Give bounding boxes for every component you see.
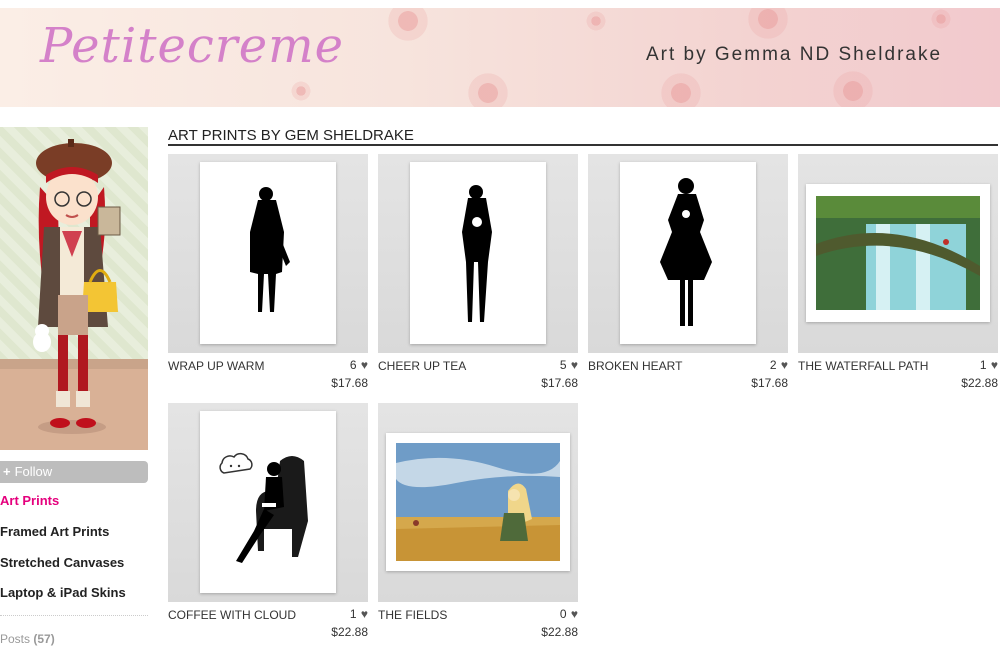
product-title[interactable]: BROKEN HEART	[588, 359, 682, 373]
flower-decoration	[745, 8, 791, 42]
product-card[interactable]: COFFEE WITH CLOUD 1 ♥ $22.88	[168, 403, 368, 639]
flower-decoration	[830, 68, 876, 107]
product-likes[interactable]: 0 ♥	[560, 607, 578, 621]
heart-icon[interactable]: ♥	[991, 358, 998, 372]
heart-icon[interactable]: ♥	[361, 607, 368, 621]
sidebar-link-framed-art-prints[interactable]: Framed Art Prints	[0, 524, 109, 539]
avatar-illustration	[33, 139, 121, 434]
product-card[interactable]: CHEER UP TEA 5 ♥ $17.68	[378, 154, 578, 390]
flower-decoration	[658, 70, 704, 107]
wheat-field-art	[396, 443, 560, 561]
flower-decoration	[290, 80, 312, 102]
heart-icon[interactable]: ♥	[571, 607, 578, 621]
sidebar-link-stretched-canvases[interactable]: Stretched Canvases	[0, 555, 124, 570]
silhouette-tea-art	[462, 185, 492, 322]
flower-decoration	[465, 70, 511, 107]
sidebar-link-laptop-ipad-skins[interactable]: Laptop & iPad Skins	[0, 585, 126, 600]
product-thumbnail[interactable]	[378, 403, 578, 602]
product-card[interactable]: THE FIELDS 0 ♥ $22.88	[378, 403, 578, 639]
product-title[interactable]: CHEER UP TEA	[378, 359, 466, 373]
posts-link[interactable]: Posts (57)	[0, 632, 55, 646]
product-price: $22.88	[541, 625, 578, 639]
follow-button[interactable]: + Follow	[0, 461, 148, 483]
like-count: 0	[559, 607, 567, 621]
product-title[interactable]: THE FIELDS	[378, 608, 447, 622]
product-price: $17.68	[541, 376, 578, 390]
heart-icon[interactable]: ♥	[361, 358, 368, 372]
flower-decoration	[930, 8, 952, 30]
header-banner: Petitecreme Art by Gemma ND Sheldrake	[0, 8, 1000, 107]
product-thumbnail[interactable]	[378, 154, 578, 353]
product-likes[interactable]: 1 ♥	[980, 358, 998, 372]
plus-icon: +	[3, 464, 11, 479]
product-thumbnail[interactable]	[168, 154, 368, 353]
product-title[interactable]: THE WATERFALL PATH	[798, 359, 928, 373]
waterfall-landscape-art	[816, 196, 980, 310]
like-count: 6	[349, 358, 357, 372]
flower-decoration	[585, 10, 607, 32]
heart-icon[interactable]: ♥	[571, 358, 578, 372]
product-price: $22.88	[961, 376, 998, 390]
product-card[interactable]: THE WATERFALL PATH 1 ♥ $22.88	[798, 154, 998, 390]
posts-count: (57)	[33, 632, 55, 646]
product-thumbnail[interactable]	[168, 403, 368, 602]
heart-icon[interactable]: ♥	[781, 358, 788, 372]
like-count: 5	[559, 358, 567, 372]
product-likes[interactable]: 2 ♥	[770, 358, 788, 372]
product-price: $22.88	[331, 625, 368, 639]
sidebar-link-art-prints[interactable]: Art Prints	[0, 493, 59, 508]
posts-label: Posts	[0, 632, 31, 646]
like-count: 1	[349, 607, 357, 621]
like-count: 1	[979, 358, 987, 372]
product-price: $17.68	[751, 376, 788, 390]
section-title: ART PRINTS BY GEM SHELDRAKE	[168, 127, 414, 144]
flower-decoration	[385, 8, 431, 44]
site-tagline: Art by Gemma ND Sheldrake	[646, 44, 943, 65]
product-title[interactable]: WRAP UP WARM	[168, 359, 264, 373]
silhouette-dress-art	[660, 178, 712, 326]
product-thumbnail[interactable]	[798, 154, 998, 353]
product-card[interactable]: BROKEN HEART 2 ♥ $17.68	[588, 154, 788, 390]
product-price: $17.68	[331, 376, 368, 390]
like-count: 2	[769, 358, 777, 372]
section-divider	[168, 144, 998, 146]
site-logo[interactable]: Petitecreme	[40, 18, 344, 74]
product-title[interactable]: COFFEE WITH CLOUD	[168, 608, 296, 622]
product-thumbnail[interactable]	[588, 154, 788, 353]
product-likes[interactable]: 1 ♥	[350, 607, 368, 621]
artist-avatar[interactable]	[0, 127, 148, 450]
follow-label: Follow	[14, 464, 53, 479]
product-likes[interactable]: 5 ♥	[560, 358, 578, 372]
silhouette-coat-art	[250, 187, 290, 312]
product-card[interactable]: WRAP UP WARM 6 ♥ $17.68	[168, 154, 368, 390]
product-likes[interactable]: 6 ♥	[350, 358, 368, 372]
sidebar-divider	[0, 615, 148, 616]
armchair-cloud-art	[219, 453, 308, 563]
